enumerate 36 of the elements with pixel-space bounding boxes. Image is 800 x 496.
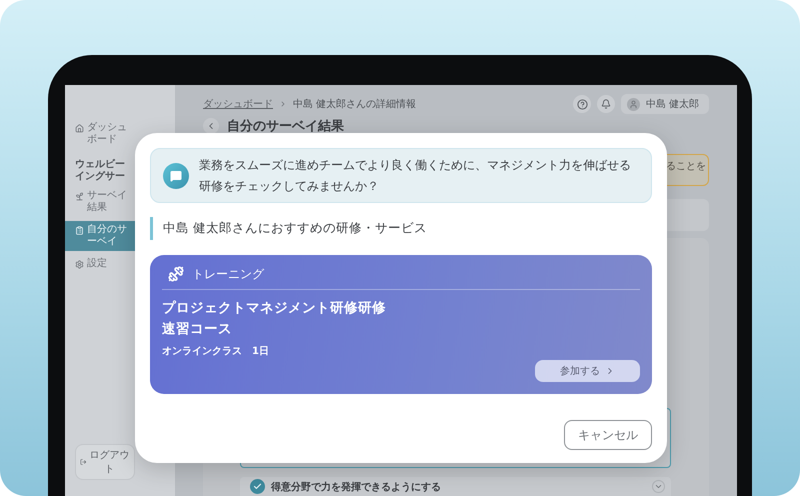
training-title: 速習コース — [162, 320, 232, 339]
join-button[interactable]: 参加する — [535, 360, 640, 382]
sidebar-item-icon — [75, 124, 84, 133]
checkmark-icon — [253, 482, 262, 491]
training-meta: オンラインクラス 1日 — [162, 345, 270, 358]
sidebar-item-icon — [75, 192, 84, 201]
dumbbell-icon — [168, 266, 184, 282]
logout-button[interactable]: ログアウト — [75, 444, 135, 480]
goal-label: 得意分野で力を発揮できるようにする — [271, 480, 442, 494]
page-title: 自分のサーベイ結果 — [227, 118, 344, 135]
training-title: プロジェクトマネジメント研修研修 — [162, 299, 386, 318]
speech-bubble-icon — [170, 170, 182, 182]
category-label: トレーニング — [192, 266, 264, 282]
breadcrumb-separator-icon — [279, 100, 287, 108]
sidebar-item[interactable]: サーベイ結果 — [65, 187, 175, 217]
sidebar-item[interactable]: ダッシュボード — [65, 119, 175, 149]
section-heading: 中島 健太郎さんにおすすめの研修・サービス — [150, 217, 652, 240]
sidebar-item-icon — [75, 260, 84, 269]
chevron-down-icon — [654, 482, 663, 491]
sidebar-item-icon — [75, 226, 84, 235]
goal-item[interactable]: 得意分野で力を発揮できるようにする — [240, 477, 671, 496]
sidebar-section-label: ウェルビーイングサー — [74, 158, 126, 183]
sidebar-item[interactable]: 設定 — [65, 255, 175, 273]
user-menu-button[interactable]: 中島 健太郎 — [621, 94, 709, 114]
breadcrumb-current: 中島 健太郎さんの詳細情報 — [293, 98, 416, 111]
message-text: 業務をスムーズに進めチームでより良く働くために、マネジメント力を伸ばせる研修をチェックしてみませんか？ — [199, 156, 632, 194]
banner-text: ることを — [666, 160, 706, 173]
breadcrumb-link[interactable]: ダッシュボード — [203, 97, 273, 111]
help-button[interactable] — [573, 95, 591, 113]
back-button[interactable] — [203, 118, 219, 134]
help-icon — [576, 98, 588, 110]
logout-icon — [80, 458, 87, 466]
notification-button[interactable] — [597, 95, 615, 113]
bell-icon — [601, 99, 611, 109]
expand-button[interactable] — [652, 480, 665, 493]
cancel-button[interactable]: キャンセル — [564, 420, 652, 450]
